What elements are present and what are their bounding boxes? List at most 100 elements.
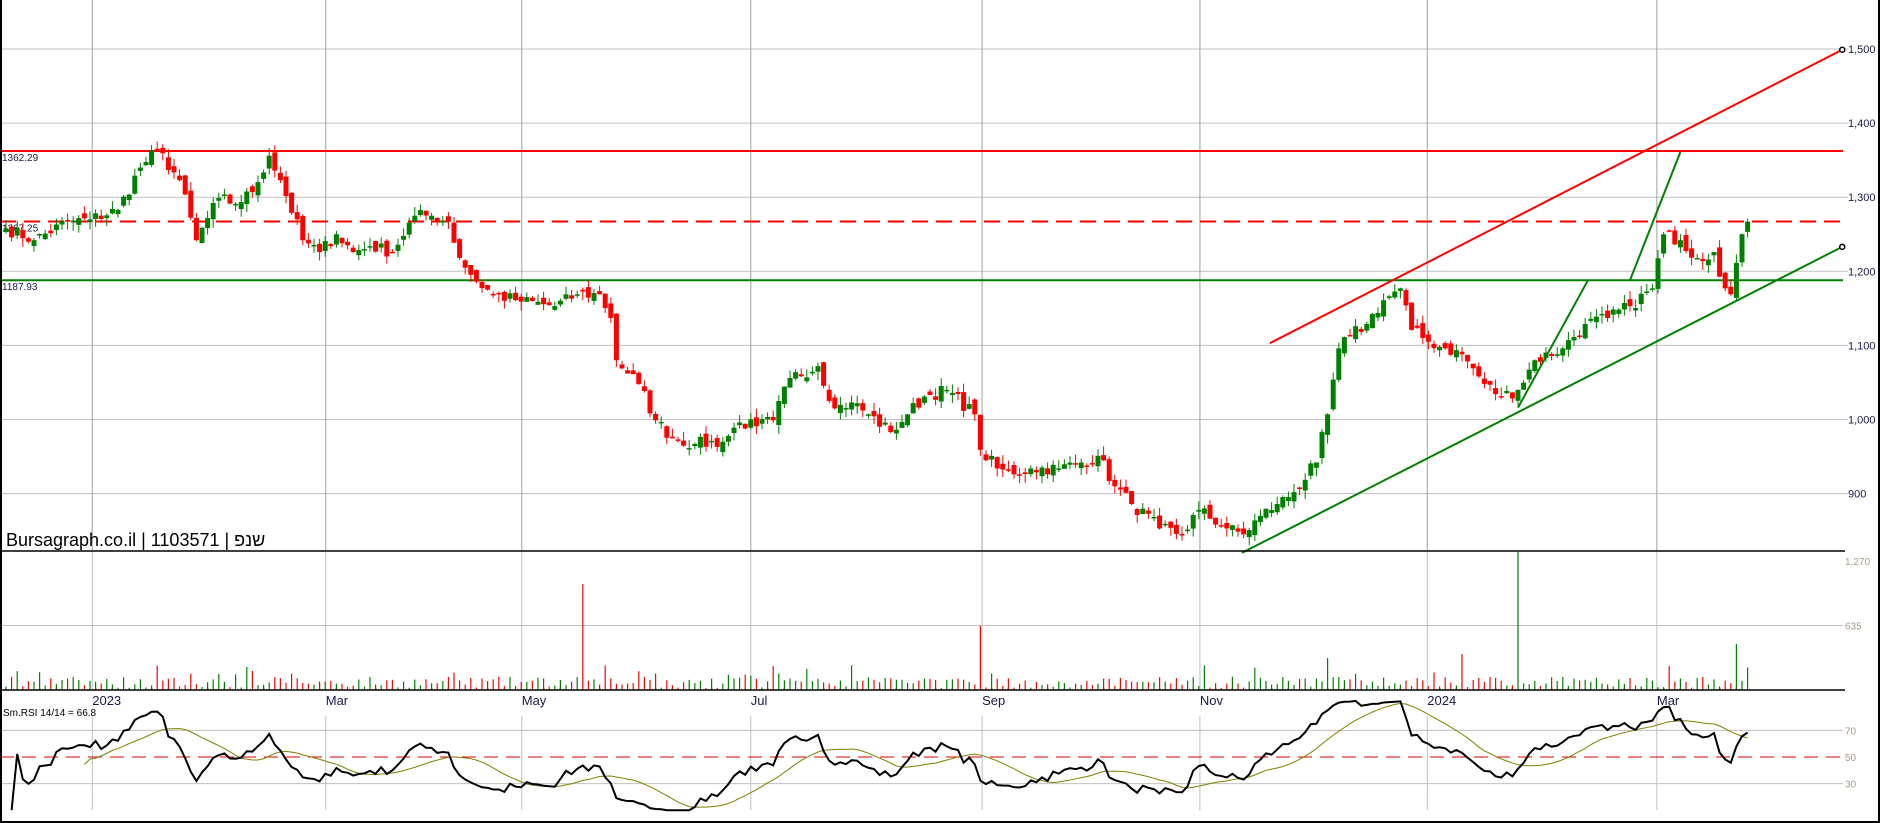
candle-body xyxy=(1168,521,1174,528)
rsi-label: Sm.RSI 14/14 = 66.8 xyxy=(3,708,97,719)
candle-body xyxy=(1112,479,1118,487)
candle-body xyxy=(193,217,199,241)
candle-body xyxy=(1509,392,1515,399)
candle-body xyxy=(317,243,323,253)
candle-body xyxy=(546,302,552,306)
candle-body xyxy=(126,194,132,200)
date-tick-label: Sep xyxy=(982,693,1005,708)
candle-body xyxy=(910,403,916,414)
candle-body xyxy=(345,241,351,246)
candle-body xyxy=(815,366,821,372)
candle-body xyxy=(1095,455,1101,467)
candle-body xyxy=(630,370,636,375)
candle-body xyxy=(1649,288,1655,290)
candle-body xyxy=(1593,316,1599,323)
candle-body xyxy=(289,192,295,213)
candle-body xyxy=(933,396,939,400)
candle-body xyxy=(1431,343,1437,349)
candle-body xyxy=(1689,248,1695,258)
candle-body xyxy=(182,175,188,195)
candle-body xyxy=(753,417,759,427)
candle-body xyxy=(989,455,995,460)
candle-body xyxy=(983,454,989,461)
candle-body xyxy=(1425,334,1431,342)
candle-body xyxy=(1045,468,1051,475)
candle-body xyxy=(294,212,300,220)
candle-body xyxy=(1246,530,1252,538)
candle-body xyxy=(1661,234,1667,254)
candle-body xyxy=(277,172,283,181)
candle-body xyxy=(787,378,793,388)
candle-body xyxy=(1571,337,1577,341)
candle-body xyxy=(1179,534,1185,536)
candle-body xyxy=(804,377,810,382)
candle-body xyxy=(1000,463,1006,470)
candle-body xyxy=(955,391,961,395)
candle-body xyxy=(1117,487,1123,490)
candle-body xyxy=(619,364,625,369)
candle-body xyxy=(692,443,698,447)
candle-body xyxy=(1162,523,1168,526)
candle-body xyxy=(227,194,233,204)
candle-body xyxy=(1336,348,1342,380)
candle-body xyxy=(255,182,261,196)
candle-body xyxy=(1722,272,1728,289)
candle-body xyxy=(602,293,608,309)
candle-body xyxy=(440,220,446,223)
candle-body xyxy=(1061,464,1067,469)
candle-body xyxy=(1386,296,1392,298)
candle-body xyxy=(1285,497,1291,502)
candle-body xyxy=(1655,258,1661,289)
candle-body xyxy=(854,403,860,407)
candle-body xyxy=(1549,353,1555,356)
candle-body xyxy=(417,210,423,215)
candle-body xyxy=(1375,312,1381,318)
candle-body xyxy=(149,150,155,165)
candle-body xyxy=(821,362,827,386)
candle-body xyxy=(1554,354,1560,356)
candle-body xyxy=(14,227,20,236)
candle-body xyxy=(199,227,205,244)
candle-body xyxy=(373,240,379,252)
candle-body xyxy=(1728,286,1734,295)
candle-body xyxy=(1565,340,1571,350)
candle-body xyxy=(1280,497,1286,508)
candle-body xyxy=(1269,510,1275,513)
candle-body xyxy=(1123,486,1129,493)
candle-body xyxy=(1106,459,1112,481)
candle-body xyxy=(1739,234,1745,263)
candle-body xyxy=(888,425,894,433)
candle-body xyxy=(1005,469,1011,471)
candle-body xyxy=(115,209,121,215)
candle-body xyxy=(871,410,877,417)
price-tick-label: 1,500 xyxy=(1848,44,1876,56)
candle-body xyxy=(1028,468,1034,475)
candle-body xyxy=(266,155,272,169)
candle-body xyxy=(1067,462,1073,465)
price-tick-label: 900 xyxy=(1848,489,1866,501)
candle-body xyxy=(893,429,899,434)
candle-body xyxy=(1201,508,1207,514)
candle-body xyxy=(977,414,983,450)
candle-body xyxy=(165,157,171,170)
candle-body xyxy=(966,404,972,409)
candle-body xyxy=(669,436,675,439)
candle-body xyxy=(1241,528,1247,535)
candle-body xyxy=(1493,388,1499,395)
candle-body xyxy=(513,292,519,301)
candle-body xyxy=(1504,390,1510,394)
candle-body xyxy=(1369,314,1375,329)
candle-body xyxy=(233,203,239,206)
candle-body xyxy=(1409,302,1415,330)
candle-body xyxy=(591,293,597,301)
candle-body xyxy=(865,414,871,416)
candle-body xyxy=(1101,455,1107,461)
candle-body xyxy=(625,370,631,374)
candle-body xyxy=(1437,346,1443,351)
candle-body xyxy=(832,397,838,409)
candle-body xyxy=(1498,396,1504,398)
candle-body xyxy=(42,233,48,240)
candle-body xyxy=(468,265,474,275)
candle-body xyxy=(641,386,647,391)
candle-body xyxy=(104,215,110,219)
